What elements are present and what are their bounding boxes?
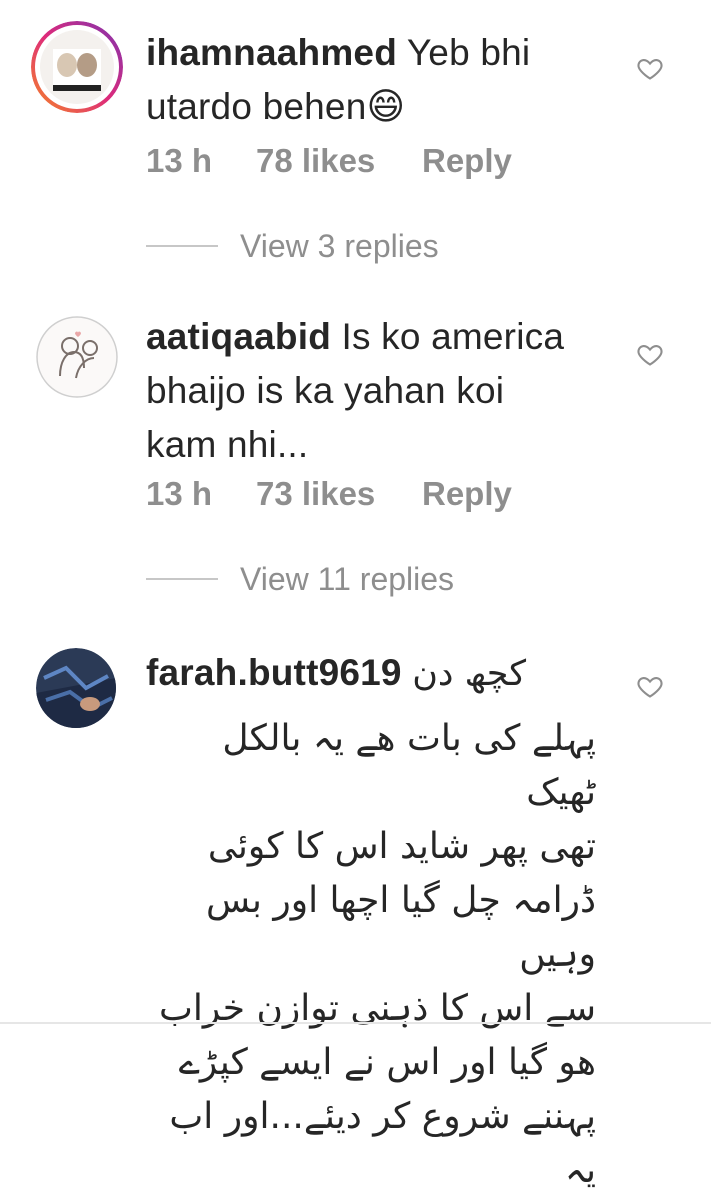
heart-icon[interactable]	[636, 340, 664, 368]
avatar[interactable]	[36, 648, 116, 728]
comment-body-line2: bhaijo is ka yahan koi	[146, 370, 505, 411]
comment-username[interactable]: aatiqaabid	[146, 316, 331, 357]
comment-body-continuation: پہلے کی بات ھے یہ بالکل ٹھیک تھی پھر شای…	[146, 712, 596, 1198]
comment-body: Yeb bhi	[406, 32, 531, 73]
reply-button[interactable]: Reply	[422, 142, 512, 180]
comment-body-line3: kam nhi...	[146, 424, 309, 465]
comment-line: تھی پھر شاید اس کا کوئی	[207, 826, 596, 867]
comment-username[interactable]: farah.butt9619	[146, 652, 402, 693]
comment-time: 13 h	[146, 142, 213, 179]
comment-text: farah.butt9619 کچھ دن	[146, 646, 616, 701]
view-replies-label: View 3 replies	[240, 227, 439, 264]
heart-icon[interactable]	[636, 54, 664, 82]
comment-meta: 13 h 73 likes Reply	[146, 475, 512, 513]
replies-divider	[146, 245, 218, 247]
view-replies-button[interactable]: View 3 replies	[146, 226, 439, 266]
comment-meta: 13 h 78 likes Reply	[146, 142, 512, 180]
comment-line: ھو گیا اور اس نے ایسے کپڑے	[178, 1042, 596, 1083]
replies-divider	[146, 578, 218, 580]
heart-icon[interactable]	[636, 672, 664, 700]
comment-line: ڈرامہ چل گیا اچھا اور بس وہیں	[205, 880, 596, 975]
comment-body: کچھ دن	[412, 654, 526, 694]
grinning-emoji-icon: 😄	[366, 86, 406, 127]
view-replies-label: View 11 replies	[240, 560, 455, 597]
comment-body: Is ko america	[341, 316, 565, 357]
comment-text: ihamnaahmed Yeb bhi utardo behen😄	[146, 26, 616, 134]
comment-body-line2: utardo behen	[146, 86, 367, 127]
comment-likes[interactable]: 78 likes	[256, 142, 422, 180]
comment-likes[interactable]: 73 likes	[256, 475, 422, 513]
comment-time: 13 h	[146, 475, 213, 512]
reply-button[interactable]: Reply	[422, 475, 512, 513]
avatar[interactable]	[31, 21, 123, 113]
comment-text: aatiqaabid Is ko america bhaijo is ka ya…	[146, 310, 616, 472]
view-replies-button[interactable]: View 11 replies	[146, 559, 454, 599]
comment-line: سے اس کا ذہنی توازن خراب	[159, 988, 596, 1029]
comment-username[interactable]: ihamnaahmed	[146, 32, 397, 73]
avatar[interactable]	[36, 316, 118, 398]
comment-line: پہلے کی بات ھے یہ بالکل ٹھیک	[222, 718, 596, 813]
comment-line: پہننے شروع کر دیئے...اور اب یہ	[169, 1096, 596, 1191]
